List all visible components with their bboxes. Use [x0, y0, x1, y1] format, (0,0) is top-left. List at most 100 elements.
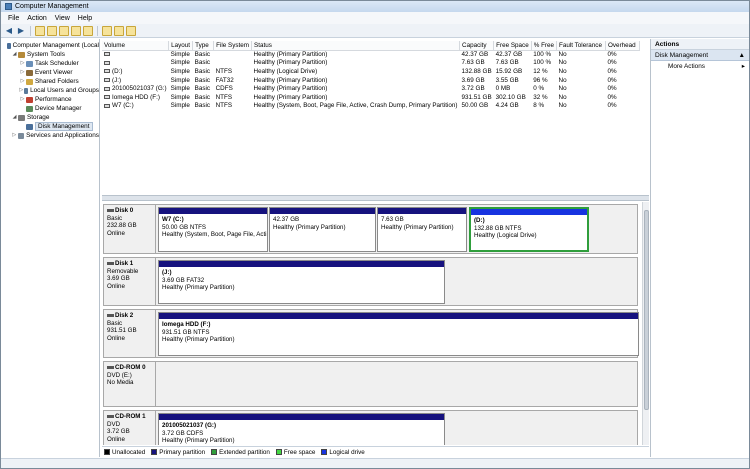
table-row[interactable]: Simple Basic Healthy (Primary Partition) 7.… — [102, 59, 640, 68]
column-header[interactable]: Status — [251, 41, 461, 51]
table-row[interactable]: W7 (C:) Simple Basic NTFS Healthy (System, B… — [102, 102, 640, 111]
table-cell: 931.51 GB — [461, 93, 492, 101]
up-folder-icon[interactable] — [35, 25, 45, 36]
back-arrow-icon[interactable]: ◀ — [4, 26, 14, 36]
column-header[interactable]: Overhead — [605, 41, 641, 51]
column-header[interactable]: Fault Tolerance — [556, 41, 607, 51]
disk-drive-icon — [107, 366, 114, 370]
table-cell: 15.92 GB — [495, 67, 523, 75]
disk-row: Disk 1 Removable 3.69 GB Online (J:) 3.69 GB … — [103, 257, 638, 306]
column-header[interactable]: Layout — [168, 41, 194, 51]
disk-view-scrollbar[interactable] — [642, 202, 649, 445]
partition-block[interactable]: (D:) 132.88 GB NTFS Healthy (Logical Drive… — [469, 207, 589, 252]
partition-block[interactable]: (J:) 3.69 GB FAT32 Healthy (Primary Partit… — [158, 260, 445, 304]
actions-section-disk-management[interactable]: Disk Management ▲ — [651, 50, 749, 61]
tree-item[interactable]: ◢ Storage — [1, 113, 99, 122]
disk-size: 3.72 GB — [107, 428, 130, 436]
disk-info[interactable]: CD-ROM 1 DVD 3.72 GB Online — [103, 410, 156, 445]
table-row[interactable]: (D:) Simple Basic NTFS Healthy (Logical Driv… — [102, 67, 640, 76]
table-cell: 0% — [607, 67, 617, 75]
tree-item[interactable]: ▷ Performance — [1, 95, 99, 104]
menu-bar: File Action View Help — [1, 12, 749, 24]
forward-arrow-icon[interactable]: ▶ — [16, 26, 26, 36]
partition-block[interactable]: Iomega HDD (F:) 931.51 GB NTFS Healthy (Pr… — [158, 312, 639, 356]
tree-item[interactable]: Disk Management — [1, 122, 99, 131]
column-header[interactable]: Free Space — [493, 41, 532, 51]
partition-block[interactable]: 7.63 GB Healthy (Primary Partition) — [377, 207, 467, 252]
table-cell: Basic — [194, 59, 211, 67]
expander-icon[interactable]: ▷ — [19, 95, 26, 104]
menu-view[interactable]: View — [51, 15, 74, 22]
legend-item: Extended partition — [211, 449, 270, 456]
menu-file[interactable]: File — [4, 15, 23, 22]
export-list-icon[interactable] — [83, 25, 93, 36]
partition-block[interactable]: W7 (C:) 50.00 GB NTFS Healthy (System, Boo… — [158, 207, 268, 252]
expander-icon[interactable]: ▷ — [19, 86, 24, 95]
table-cell: 100 % — [533, 59, 552, 67]
volume-name: 201005021037 (G:) — [112, 85, 167, 93]
legend-item: Free space — [275, 449, 315, 456]
expander-icon[interactable]: ▷ — [11, 131, 18, 140]
collapse-arrow-icon[interactable]: ▲ — [738, 50, 745, 60]
partition-type-bar — [159, 208, 267, 214]
table-cell: 0 MB — [495, 85, 511, 93]
disk-drive-icon — [107, 209, 114, 213]
partition-status: Healthy (Primary Partition) — [381, 223, 454, 231]
partition-type-bar — [378, 208, 466, 214]
disk-info[interactable]: Disk 0 Basic 232.88 GB Online — [103, 204, 156, 254]
column-header[interactable]: Type — [192, 41, 215, 51]
column-header[interactable]: File System — [213, 41, 253, 51]
settings-icon[interactable] — [114, 25, 124, 36]
disk-name: CD-ROM 0 — [107, 364, 152, 372]
tree-item[interactable]: ▷ Task Scheduler — [1, 59, 99, 68]
tree-item[interactable]: ◢ System Tools — [1, 50, 99, 59]
menu-help[interactable]: Help — [74, 15, 96, 22]
properties-icon[interactable] — [59, 25, 69, 36]
column-header[interactable]: Volume — [102, 41, 170, 51]
table-row[interactable]: 201005021037 (G:) Simple Basic CDFS Healthy … — [102, 84, 640, 93]
disk-info[interactable]: Disk 2 Basic 931.51 GB Online — [103, 309, 156, 358]
table-cell: No — [558, 67, 567, 75]
column-header[interactable]: % Free — [531, 41, 558, 51]
menu-action[interactable]: Action — [23, 15, 50, 22]
column-header[interactable]: Capacity — [459, 41, 495, 51]
help-icon[interactable] — [71, 25, 81, 36]
table-row[interactable]: (J:) Simple Basic FAT32 Healthy (Primary Par… — [102, 76, 640, 85]
partition-name: 201005021037 (G:) — [162, 422, 217, 429]
tree-item[interactable]: ▷ Local Users and Groups — [1, 86, 99, 95]
expander-icon[interactable]: ◢ — [11, 50, 18, 59]
volume-icon — [104, 95, 110, 100]
refresh-icon[interactable] — [102, 25, 112, 36]
tree-node-icon — [26, 105, 33, 112]
table-row[interactable]: Iomega HDD (F:) Simple Basic NTFS Healthy (P… — [102, 93, 640, 102]
pane-splitter[interactable] — [102, 195, 649, 201]
more-actions-item[interactable]: More Actions ▸ — [651, 61, 749, 72]
disk-size: 3.69 GB — [107, 275, 130, 283]
tree-item[interactable]: ▷ Services and Applications — [1, 131, 99, 140]
submenu-arrow-icon: ▸ — [741, 63, 745, 70]
tree-item[interactable]: ▷ Shared Folders — [1, 77, 99, 86]
expander-icon[interactable]: ▷ — [19, 68, 26, 77]
disk-info[interactable]: Disk 1 Removable 3.69 GB Online — [103, 257, 156, 306]
tree-item[interactable]: ▷ Event Viewer — [1, 68, 99, 77]
legend-swatch — [211, 449, 218, 455]
disk-info[interactable]: CD-ROM 0 DVD (E:) No Media — [103, 361, 156, 407]
expander-icon[interactable]: ▷ — [19, 77, 26, 86]
partition-block[interactable]: 42.37 GB Healthy (Primary Partition) — [269, 207, 376, 252]
table-cell: (D:) — [102, 67, 169, 76]
table-row[interactable]: Simple Basic Healthy (Primary Partition) 42… — [102, 50, 640, 59]
expander-icon[interactable]: ▷ — [19, 59, 26, 68]
tree-item[interactable]: Device Manager — [1, 104, 99, 113]
volume-icon — [104, 69, 110, 74]
show-hide-tree-icon[interactable] — [47, 25, 57, 36]
tree-item[interactable]: Computer Management (Local — [1, 41, 99, 50]
table-cell: 3.55 GB — [495, 76, 519, 84]
disk-name: CD-ROM 1 — [107, 413, 152, 421]
disk-icon[interactable] — [126, 25, 136, 36]
partition-block[interactable]: 201005021037 (G:) 3.72 GB CDFS Healthy (Pr… — [158, 413, 445, 445]
table-cell — [214, 50, 252, 59]
scrollbar-thumb[interactable] — [644, 210, 649, 410]
table-cell: Simple — [170, 76, 190, 84]
expander-icon[interactable]: ◢ — [11, 113, 18, 122]
toolbar: ◀ ▶ — [1, 24, 749, 38]
